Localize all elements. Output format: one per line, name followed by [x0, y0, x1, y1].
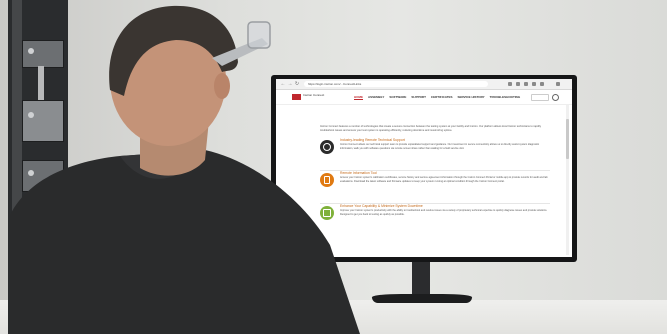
photo-scene: ← → ↻ https://login.instron.com/...Conne… [0, 0, 667, 334]
glasses-lens [247, 21, 271, 49]
dark-shirt [10, 150, 360, 334]
person-silhouette [10, 5, 360, 334]
ear [214, 73, 230, 99]
